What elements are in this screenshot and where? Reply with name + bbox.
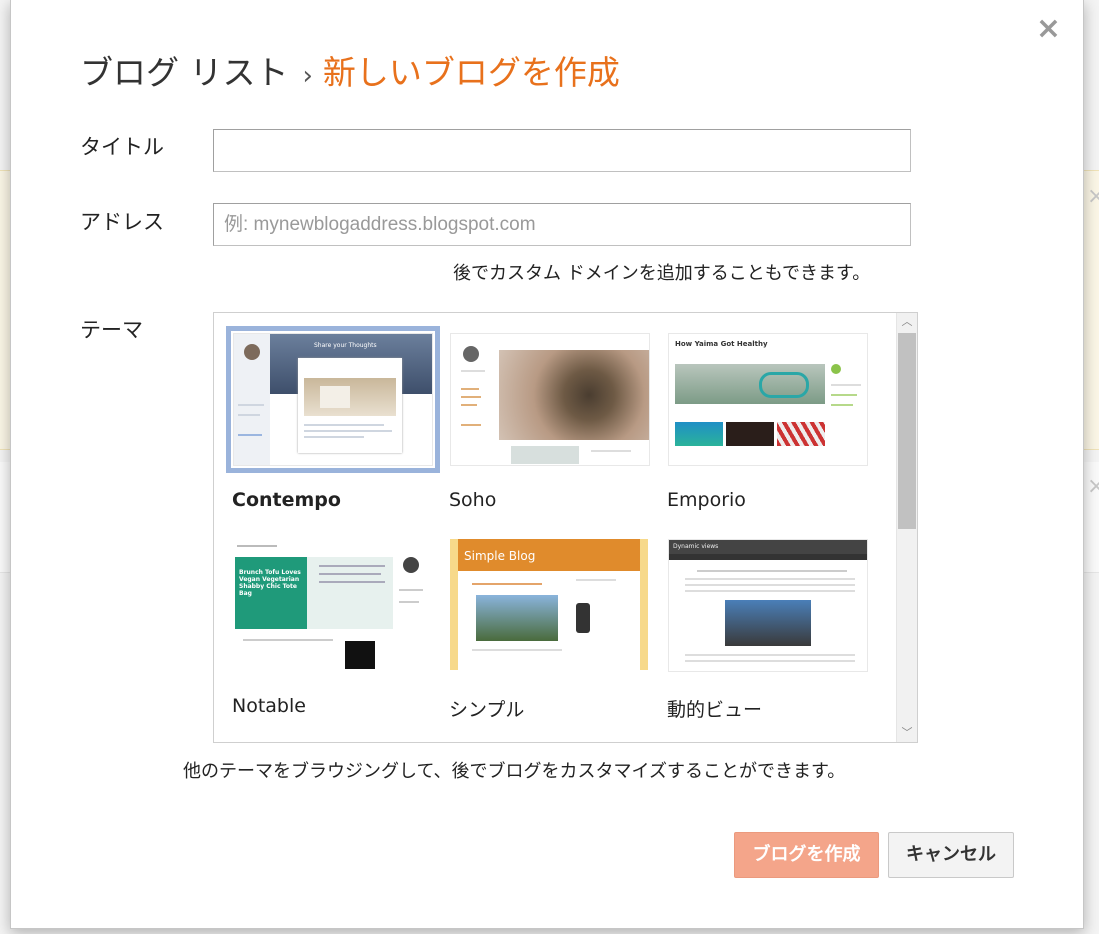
create-blog-button[interactable]: ブログを作成 [734, 832, 879, 878]
theme-scrollbar[interactable]: ︿ ﹀ [896, 313, 917, 742]
theme-picker: Share your Thoughts Contempo Soho How Ya… [213, 312, 918, 743]
background-close-icon: × [1087, 184, 1099, 209]
theme-name-soho: Soho [449, 489, 497, 511]
theme-name-emporio: Emporio [667, 489, 746, 511]
address-hint: 後でカスタム ドメインを追加することもできます。 [453, 263, 871, 284]
theme-footer-hint: 他のテーマをブラウジングして、後でブログをカスタマイズすることができます。 [183, 761, 846, 782]
title-label: タイトル [80, 135, 164, 159]
scroll-up-icon[interactable]: ︿ [897, 313, 917, 331]
breadcrumb: ブログ リスト › 新しいブログを作成 [80, 46, 620, 94]
scroll-thumb[interactable] [898, 333, 916, 529]
theme-name-notable: Notable [232, 695, 306, 717]
contempo-thumbnail: Share your Thoughts [226, 326, 440, 473]
breadcrumb-separator: › [302, 61, 313, 91]
notable-thumbnail: Brunch Tofu Loves Vegan Vegetarian Shabb… [233, 539, 431, 670]
close-icon[interactable]: × [1036, 14, 1061, 44]
soho-thumbnail [450, 333, 650, 466]
dynamic-views-thumbnail: Dynamic views [668, 539, 868, 672]
emporio-thumbnail: How Yaima Got Healthy [668, 333, 868, 466]
breadcrumb-blog-list[interactable]: ブログ リスト [80, 53, 289, 92]
simple-thumb-title: Simple Blog [464, 549, 536, 563]
notable-thumb-title: Brunch Tofu Loves Vegan Vegetarian Shabb… [239, 569, 301, 597]
theme-name-dynamic-views: 動的ビュー [667, 699, 763, 721]
theme-label: テーマ [80, 318, 143, 342]
background-close-icon: × [1087, 474, 1099, 499]
emporio-thumb-title: How Yaima Got Healthy [675, 340, 768, 348]
theme-name-simple: シンプル [449, 699, 525, 721]
page-title: 新しいブログを作成 [322, 53, 620, 92]
create-blog-dialog: × ブログ リスト › 新しいブログを作成 タイトル アドレス 後でカスタム ドメイ… [10, 0, 1084, 929]
title-input[interactable] [213, 129, 911, 172]
address-input[interactable] [213, 203, 911, 246]
simple-thumbnail: Simple Blog [450, 539, 648, 670]
cancel-button[interactable]: キャンセル [888, 832, 1014, 878]
scroll-down-icon[interactable]: ﹀ [897, 724, 917, 742]
dynamic-thumb-title: Dynamic views [673, 543, 719, 550]
theme-name-contempo: Contempo [232, 489, 341, 511]
address-label: アドレス [80, 210, 164, 234]
contempo-thumb-title: Share your Thoughts [314, 342, 377, 349]
